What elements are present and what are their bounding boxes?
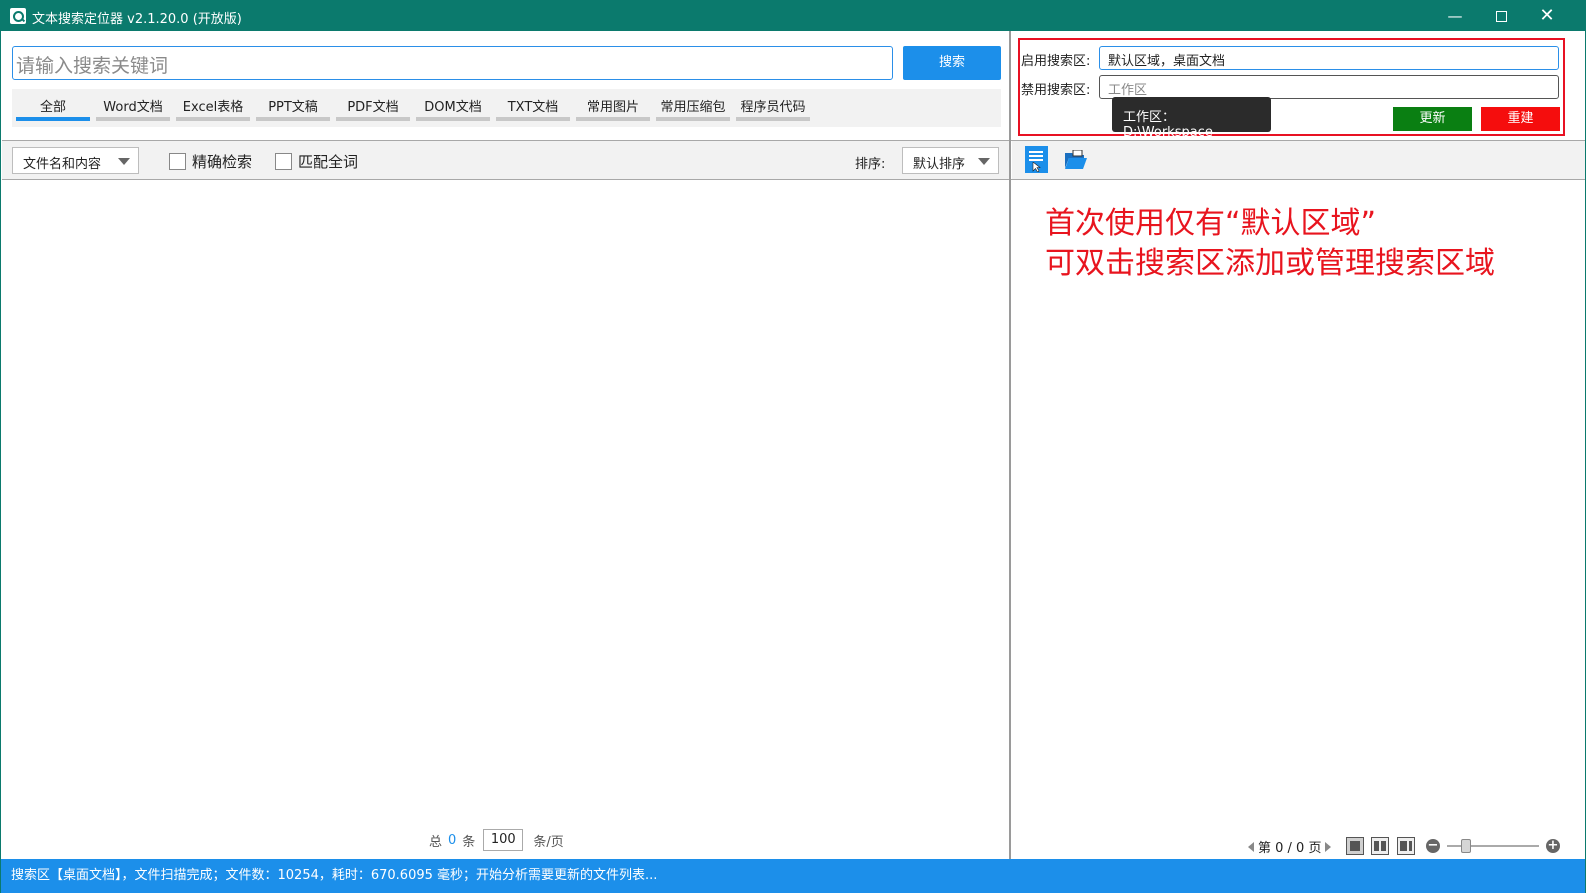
tab-dom[interactable]: DOM文档 <box>414 89 492 127</box>
maximize-icon <box>1495 11 1507 22</box>
document-list-icon[interactable] <box>1025 146 1048 173</box>
zoom-out-icon[interactable]: − <box>1426 839 1440 853</box>
zoom-in-icon[interactable]: + <box>1546 839 1560 853</box>
disabled-area-label: 禁用搜索区: <box>1021 83 1091 98</box>
prev-page-icon[interactable] <box>1248 841 1254 852</box>
close-button[interactable]: ✕ <box>1524 1 1570 31</box>
tab-pdf[interactable]: PDF文档 <box>334 89 412 127</box>
search-button[interactable]: 搜索 <box>903 46 1001 80</box>
preview-page-nav: 第 0 / 0 页 <box>1248 837 1332 856</box>
panel-splitter[interactable] <box>1009 31 1011 859</box>
title-bar: 文本搜索定位器 v2.1.20.0 (开放版) — ✕ <box>1 1 1585 31</box>
enabled-area-field[interactable]: 默认区域，桌面文档 <box>1099 46 1559 70</box>
checkbox-label: 匹配全词 <box>298 153 359 171</box>
tab-label: Word文档 <box>103 100 163 115</box>
total-suffix: 条 <box>462 834 476 850</box>
update-button[interactable]: 更新 <box>1393 107 1472 131</box>
search-input[interactable]: 请输入搜索关键词 <box>12 46 893 80</box>
window-title: 文本搜索定位器 v2.1.20.0 (开放版) <box>32 12 242 27</box>
zoom-slider-handle[interactable] <box>1461 839 1471 853</box>
minimize-button[interactable]: — <box>1432 1 1478 31</box>
tab-label: PDF文档 <box>347 100 399 115</box>
whole-word-checkbox[interactable]: 匹配全词 <box>275 151 358 172</box>
hint-line: 首次使用仅有“默认区域” <box>1045 206 1377 241</box>
rebuild-button[interactable]: 重建 <box>1481 107 1560 131</box>
checkbox-label: 精确检索 <box>192 153 253 171</box>
total-count: 0 <box>448 832 457 848</box>
chevron-down-icon <box>118 158 130 165</box>
status-bar: 搜索区【桌面文档】，文件扫描完成；文件数：10254，耗时：670.6095 毫… <box>1 859 1585 893</box>
tab-ppt[interactable]: PPT文稿 <box>254 89 332 127</box>
workspace-tooltip: 工作区：D:\Workspace <box>1112 97 1271 140</box>
tab-label: 常用图片 <box>586 100 639 115</box>
magnifier-app-icon <box>10 8 26 24</box>
preview-toolbar <box>1012 141 1585 179</box>
tab-label: DOM文档 <box>424 100 482 115</box>
usage-hint: 首次使用仅有“默认区域” 可双击搜索区添加或管理搜索区域 <box>1045 204 1495 284</box>
results-list[interactable] <box>2 180 1009 820</box>
results-pager: 总 0 条 100 条/页 <box>429 829 564 851</box>
tab-label: Excel表格 <box>182 100 244 115</box>
file-type-tabs: 全部 Word文档 Excel表格 PPT文稿 PDF文档 DOM文档 TXT文… <box>12 89 1001 127</box>
total-prefix: 总 <box>429 834 443 850</box>
sort-select-value: 默认排序 <box>913 157 966 172</box>
tab-excel[interactable]: Excel表格 <box>174 89 252 127</box>
hint-line: 可双击搜索区添加或管理搜索区域 <box>1045 246 1495 281</box>
two-page-view-icon[interactable] <box>1371 837 1389 855</box>
tab-code[interactable]: 程序员代码 <box>734 89 812 127</box>
tab-label: 全部 <box>39 100 66 115</box>
status-text: 搜索区【桌面文档】，文件扫描完成；文件数：10254，耗时：670.6095 毫… <box>11 868 658 883</box>
app-window: 文本搜索定位器 v2.1.20.0 (开放版) — ✕ 请输入搜索关键词 搜索 … <box>0 0 1586 893</box>
sort-label: 排序: <box>855 157 886 172</box>
page-size-input[interactable]: 100 <box>483 829 524 851</box>
sort-select[interactable]: 默认排序 <box>902 147 999 174</box>
maximize-button[interactable] <box>1478 1 1524 31</box>
continuous-view-icon[interactable] <box>1397 837 1415 855</box>
exact-search-checkbox[interactable]: 精确检索 <box>169 151 252 172</box>
page-indicator: 第 0 / 0 页 <box>1258 841 1322 856</box>
next-page-icon[interactable] <box>1325 841 1332 852</box>
tab-label: TXT文档 <box>507 100 559 115</box>
tab-label: 程序员代码 <box>740 100 806 115</box>
single-page-view-icon[interactable] <box>1346 837 1364 855</box>
tab-all[interactable]: 全部 <box>14 89 92 127</box>
checkbox-box <box>169 153 186 170</box>
tab-label: PPT文稿 <box>268 100 318 115</box>
tab-word[interactable]: Word文档 <box>94 89 172 127</box>
open-folder-icon[interactable] <box>1064 149 1088 170</box>
enabled-area-label: 启用搜索区: <box>1021 54 1091 69</box>
checkbox-box <box>275 153 292 170</box>
page-size-suffix: 条/页 <box>533 834 564 850</box>
tab-txt[interactable]: TXT文档 <box>494 89 572 127</box>
tab-label: 常用压缩包 <box>660 100 726 115</box>
scope-select-value: 文件名和内容 <box>23 157 102 172</box>
disabled-area-field[interactable]: 工作区 <box>1099 75 1559 99</box>
chevron-down-icon <box>978 158 990 165</box>
tab-archives[interactable]: 常用压缩包 <box>654 89 732 127</box>
tab-images[interactable]: 常用图片 <box>574 89 652 127</box>
scope-select[interactable]: 文件名和内容 <box>12 147 139 174</box>
